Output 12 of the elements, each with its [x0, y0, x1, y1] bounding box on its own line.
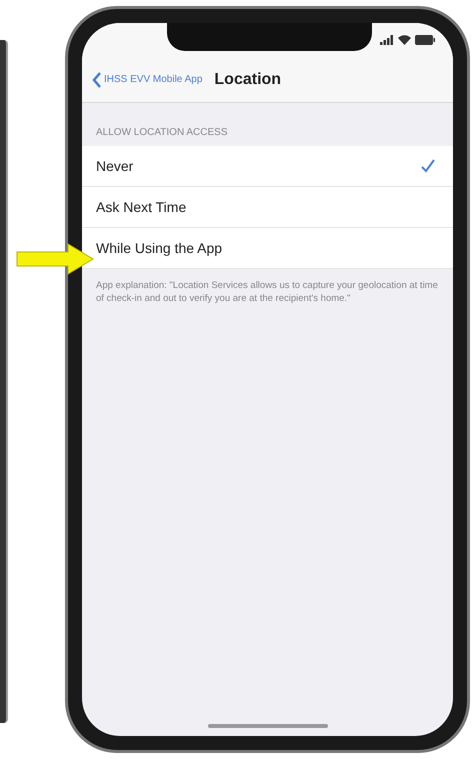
- option-row[interactable]: While Using the App: [82, 228, 453, 269]
- wifi-icon: [398, 35, 411, 45]
- footer-note: App explanation: "Location Services allows us to capture your geolocation at time of check-in and out to verify you are at the recipient's home.": [95, 279, 439, 305]
- back-button[interactable]: IHSS EVV Mobile App: [92, 72, 202, 88]
- battery-icon: [415, 35, 435, 45]
- nav-title: Location: [214, 70, 282, 90]
- option-row[interactable]: Never: [82, 146, 453, 187]
- arrow-icon: [16, 243, 94, 275]
- option-row[interactable]: Ask Next Time: [82, 187, 453, 228]
- section-header: ALLOW LOCATION ACCESS: [95, 126, 229, 140]
- chevron-left-icon: [92, 72, 101, 88]
- signal-icon: [380, 35, 394, 45]
